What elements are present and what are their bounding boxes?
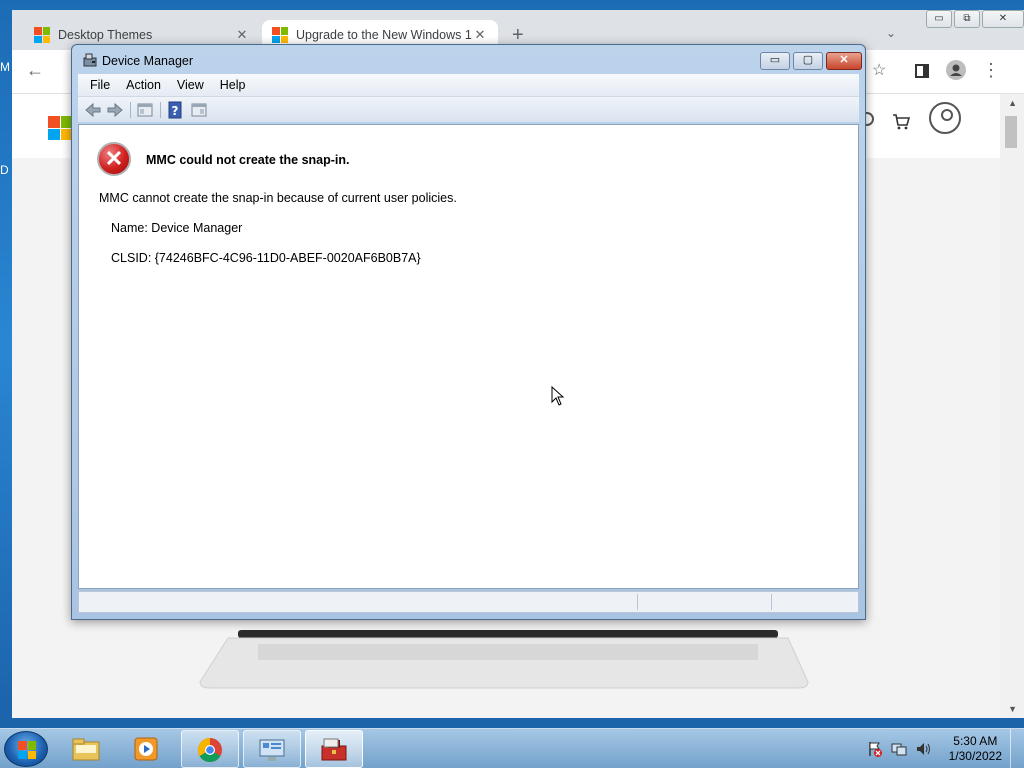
toolbar-separator	[130, 102, 131, 118]
forward-arrow-icon[interactable]	[106, 101, 124, 119]
window-title: Device Manager	[102, 54, 194, 68]
microsoft-logo-icon	[272, 27, 288, 43]
maximize-button[interactable]: ▢	[793, 52, 823, 70]
toolbar-separator	[160, 102, 161, 118]
clock[interactable]: 5:30 AM 1/30/2022	[949, 734, 1002, 764]
account-icon[interactable]	[929, 102, 961, 134]
svg-text:?: ?	[172, 104, 179, 118]
desktop-icon-label-partial: D	[0, 163, 9, 177]
profile-avatar-icon[interactable]	[946, 60, 966, 85]
snapin-name: Name: Device Manager	[111, 221, 243, 235]
taskbar-control-panel[interactable]	[243, 730, 301, 768]
device-manager-window: Device Manager ▭ ▢ ✕ File Action View He…	[71, 44, 866, 620]
side-panel-icon[interactable]	[915, 62, 929, 83]
menu-action[interactable]: Action	[118, 78, 169, 92]
menu-file[interactable]: File	[78, 78, 118, 92]
back-arrow-icon[interactable]	[84, 101, 102, 119]
laptop-image	[199, 630, 809, 689]
menu-view[interactable]: View	[169, 78, 212, 92]
taskbar-mmc[interactable]	[305, 730, 363, 768]
tab-title: Upgrade to the New Windows 1	[296, 28, 472, 42]
error-content-pane: ✕ MMC could not create the snap-in. MMC …	[78, 124, 859, 589]
taskbar-chrome[interactable]	[181, 730, 239, 768]
minimize-button[interactable]: ▭	[926, 10, 952, 28]
device-manager-icon	[83, 53, 97, 67]
taskbar-media-player[interactable]	[118, 730, 176, 768]
media-player-icon	[134, 737, 158, 761]
action-center-flag-icon[interactable]	[867, 741, 883, 757]
close-icon[interactable]: ✕	[234, 27, 250, 43]
mouse-pointer-icon	[551, 386, 565, 406]
scroll-thumb[interactable]	[1005, 116, 1017, 148]
close-icon[interactable]: ✕	[472, 27, 488, 43]
folder-icon	[72, 738, 100, 761]
error-x-icon: ✕	[97, 142, 131, 176]
cart-icon[interactable]	[892, 114, 911, 135]
kebab-menu-icon[interactable]: ⋮	[982, 60, 1000, 81]
status-divider	[637, 594, 638, 610]
restore-button[interactable]: ⧉	[954, 10, 980, 28]
status-bar	[78, 591, 859, 613]
tab-search-chevron-icon[interactable]: ⌄	[886, 26, 896, 40]
back-arrow-icon[interactable]: ←	[26, 60, 44, 81]
menu-help[interactable]: Help	[212, 78, 254, 92]
microsoft-logo-icon[interactable]	[48, 116, 72, 140]
close-button[interactable]: ✕	[982, 10, 1024, 28]
clock-time: 5:30 AM	[953, 734, 998, 748]
windows-flag-icon	[18, 741, 36, 759]
taskbar: 5:30 AM 1/30/2022	[0, 728, 1024, 768]
error-message: MMC cannot create the snap-in because of…	[99, 191, 457, 205]
help-icon[interactable]: ?	[166, 101, 184, 119]
browser-window-controls: ▭ ⧉ ✕	[924, 10, 1024, 28]
chrome-icon	[197, 738, 222, 763]
scroll-up-arrow-icon[interactable]: ▲	[1008, 98, 1017, 108]
system-tray: 5:30 AM 1/30/2022	[859, 729, 1024, 768]
tab-title: Desktop Themes	[58, 28, 153, 42]
show-hide-console-tree-icon[interactable]	[136, 101, 154, 119]
vertical-scrollbar[interactable]: ▲ ▼	[1000, 94, 1024, 718]
network-icon[interactable]	[891, 741, 907, 757]
close-button[interactable]: ✕	[826, 52, 862, 70]
show-action-pane-icon[interactable]	[190, 101, 208, 119]
taskbar-file-explorer[interactable]	[58, 730, 116, 768]
error-title: MMC could not create the snap-in.	[146, 153, 350, 167]
status-divider	[771, 594, 772, 610]
volume-icon[interactable]	[915, 741, 931, 757]
star-bookmark-icon[interactable]: ☆	[872, 60, 886, 80]
scroll-down-arrow-icon[interactable]: ▼	[1008, 704, 1017, 714]
start-button[interactable]	[4, 731, 48, 767]
show-desktop-button[interactable]	[1010, 729, 1024, 768]
microsoft-logo-icon	[34, 27, 50, 43]
menu-bar: File Action View Help	[78, 74, 859, 96]
clock-date: 1/30/2022	[948, 749, 1002, 763]
mmc-toolbar: ?	[78, 96, 859, 122]
desktop-icon-label-partial: M	[0, 60, 10, 74]
toolbox-icon	[321, 738, 347, 761]
minimize-button[interactable]: ▭	[760, 52, 790, 70]
control-panel-icon	[259, 739, 285, 761]
snapin-clsid: CLSID: {74246BFC-4C96-11D0-ABEF-0020AF6B…	[111, 251, 421, 265]
